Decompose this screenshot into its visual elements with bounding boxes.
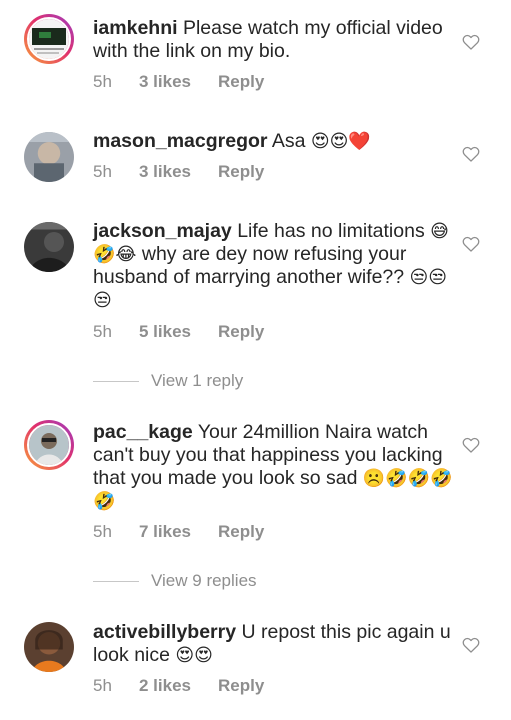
comment-likes[interactable]: 3 likes — [139, 162, 218, 182]
avatar[interactable] — [24, 622, 74, 672]
reply-button[interactable]: Reply — [218, 162, 264, 182]
comment-text: pac__kage Your 24million Naira watch can… — [93, 421, 458, 513]
comment-meta: 5h 3 likes Reply — [93, 72, 264, 92]
comment-meta: 5h 3 likes Reply — [93, 162, 264, 182]
avatar-image — [24, 622, 74, 672]
divider — [93, 581, 139, 583]
comment-time: 5h — [93, 162, 112, 181]
comment-likes[interactable]: 3 likes — [139, 72, 218, 92]
heart-outline-icon[interactable] — [461, 32, 481, 52]
comment-time: 5h — [93, 72, 112, 91]
heart-outline-icon[interactable] — [461, 435, 481, 455]
avatar[interactable] — [24, 14, 74, 64]
reply-button[interactable]: Reply — [218, 676, 264, 696]
avatar[interactable] — [24, 222, 74, 272]
comment-time: 5h — [93, 522, 112, 541]
avatar-image — [24, 222, 74, 272]
reply-button[interactable]: Reply — [218, 522, 264, 542]
comment-text: iamkehni Please watch my official video … — [93, 17, 458, 63]
comment-text: activebillyberry U repost this pic again… — [93, 621, 458, 667]
heart-outline-icon[interactable] — [461, 234, 481, 254]
reply-button[interactable]: Reply — [218, 72, 264, 92]
comment-text: jackson_majay Life has no limitations 😅🤣… — [93, 220, 458, 312]
comment-likes[interactable]: 2 likes — [139, 676, 218, 696]
view-replies-label: View 9 replies — [151, 571, 257, 590]
comment-text: mason_macgregor Asa 😍😍❤️ — [93, 130, 458, 153]
comment-username[interactable]: pac__kage — [93, 421, 193, 443]
heart-outline-icon[interactable] — [461, 635, 481, 655]
comment-time: 5h — [93, 322, 112, 341]
comment-username[interactable]: jackson_majay — [93, 220, 232, 242]
comment-meta: 5h 7 likes Reply — [93, 522, 264, 542]
view-replies-label: View 1 reply — [151, 371, 244, 390]
comment-emojis: 😍😍 — [175, 645, 213, 666]
reply-button[interactable]: Reply — [218, 322, 264, 342]
comment-body: Life has no limitations — [237, 220, 425, 242]
view-replies-button[interactable]: View 1 reply — [93, 371, 243, 391]
comment-username[interactable]: mason_macgregor — [93, 130, 267, 152]
comment-body: Asa — [271, 130, 306, 152]
avatar-image — [29, 19, 69, 59]
avatar[interactable] — [24, 132, 74, 182]
comment-meta: 5h 5 likes Reply — [93, 322, 264, 342]
comment-likes[interactable]: 7 likes — [139, 522, 218, 542]
comment-emojis: 😍😍❤️ — [310, 131, 371, 152]
comment-meta: 5h 2 likes Reply — [93, 676, 264, 696]
comment-time: 5h — [93, 676, 112, 695]
comment-username[interactable]: activebillyberry — [93, 621, 236, 643]
comment-body-continued: why are dey now refusing your husband of… — [93, 243, 407, 288]
view-replies-button[interactable]: View 9 replies — [93, 571, 257, 591]
avatar-image — [24, 132, 74, 182]
comment-likes[interactable]: 5 likes — [139, 322, 218, 342]
avatar[interactable] — [24, 420, 74, 470]
avatar-image — [29, 425, 69, 465]
heart-outline-icon[interactable] — [461, 144, 481, 164]
divider — [93, 381, 139, 383]
comment-username[interactable]: iamkehni — [93, 17, 178, 39]
